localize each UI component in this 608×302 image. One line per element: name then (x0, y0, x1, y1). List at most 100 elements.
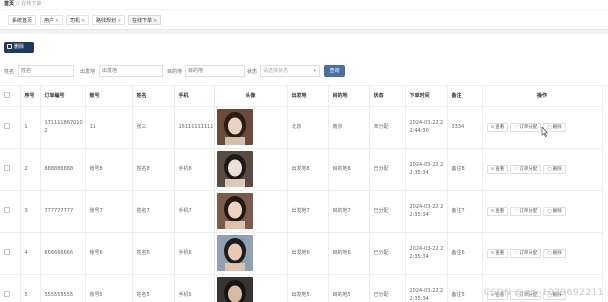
close-icon[interactable]: × (81, 18, 85, 24)
delete-button[interactable]: ▢删除 (543, 164, 566, 174)
cell-order-no: 666666666 (40, 232, 86, 275)
avatar[interactable] (216, 193, 253, 229)
close-icon[interactable]: × (153, 18, 157, 24)
close-icon[interactable]: × (117, 18, 121, 24)
row-checkbox[interactable] (0, 190, 21, 233)
cell-avatar (214, 148, 288, 191)
table-header: 序号 订单编号 账号 姓名 手机 头像 出发地 目的地 状态 下单时间 备注 操… (0, 86, 603, 107)
cell-avatar (214, 106, 288, 149)
cell-status: 已分配 (369, 190, 406, 233)
breadcrumb-home[interactable]: 首页 (4, 1, 14, 7)
assign-order-button[interactable]: ♡订单分配 (510, 164, 542, 174)
cell-phone: 手机6 (174, 232, 215, 275)
cell-status: 已分配 (369, 232, 406, 275)
cell-from: 出发地5 (287, 274, 329, 302)
tags-bar: 系统首页 用户× 司机× 路线规划× 在线下单× (0, 10, 608, 30)
table-row: 2 888888888 账号8 姓名8 手机8 出发地8 目的地8 已分配 2024-03-22… (0, 148, 603, 191)
tab-online-order[interactable]: 在线下单× (128, 15, 162, 25)
tab-route[interactable]: 路线规划× (92, 15, 126, 25)
cell-time: 2024-03-22 22:44:30 (405, 106, 448, 149)
watermark: CSDN @qq_1039692211 (483, 288, 604, 298)
row-checkbox[interactable] (0, 274, 21, 302)
row-checkbox[interactable] (0, 106, 21, 149)
table-row: 4 666666666 账号6 姓名6 手机6 出发地6 目的地6 已分配 2024-03-22… (0, 232, 603, 275)
col-account: 账号 (85, 86, 133, 107)
col-from: 出发地 (287, 86, 329, 107)
cell-actions: ⊙查看 ♡订单分配 ▢删除 (482, 190, 603, 233)
assign-order-button[interactable]: ♡订单分配 (510, 248, 542, 258)
cell-account: 账号8 (85, 148, 133, 191)
delete-button[interactable]: ▢删除 (543, 206, 566, 216)
cell-order-no: 888888888 (40, 148, 86, 191)
view-button[interactable]: ⊙查看 (486, 122, 509, 132)
col-note: 备注 (447, 86, 483, 107)
cell-to: 目的地8 (328, 148, 370, 191)
view-button[interactable]: ⊙查看 (486, 206, 509, 216)
view-button[interactable]: ⊙查看 (486, 248, 509, 258)
cell-account: 账号7 (85, 190, 133, 233)
batch-delete-button[interactable]: 删除 (4, 42, 34, 53)
cell-avatar (214, 190, 288, 233)
heart-icon: ♡ (514, 250, 519, 256)
delete-icon (7, 44, 12, 49)
cell-note: 备注5 (447, 274, 483, 302)
to-input[interactable] (185, 65, 245, 77)
cell-note: 3334 (447, 106, 483, 149)
cell-from: 出发地7 (287, 190, 329, 233)
delete-button[interactable]: ▢删除 (543, 248, 566, 258)
view-button[interactable]: ⊙查看 (486, 164, 509, 174)
cell-to: 南京 (328, 106, 370, 149)
avatar[interactable] (216, 109, 253, 145)
cell-actions: ⊙查看 ♡订单分配 ▢删除 (482, 232, 603, 275)
cell-name: 姓名6 (132, 232, 175, 275)
cell-avatar (214, 232, 288, 275)
cell-index: 4 (20, 232, 41, 275)
col-to: 目的地 (328, 86, 370, 107)
tab-driver[interactable]: 司机× (66, 15, 90, 25)
cell-account: 11 (85, 106, 133, 149)
avatar[interactable] (216, 235, 253, 271)
from-input[interactable] (99, 65, 163, 77)
row-checkbox[interactable] (0, 232, 21, 275)
col-phone: 手机 (174, 86, 215, 107)
cell-to: 目的地7 (328, 190, 370, 233)
cell-order-no: 555555555 (40, 274, 86, 302)
delete-icon: ▢ (547, 250, 552, 256)
avatar[interactable] (216, 151, 253, 187)
query-button[interactable]: 查询 (324, 65, 345, 77)
assign-order-button[interactable]: ♡订单分配 (510, 122, 542, 132)
cell-index: 3 (20, 190, 41, 233)
breadcrumb-current: 在线下单 (21, 1, 42, 7)
tab-home[interactable]: 系统首页 (8, 15, 37, 25)
assign-order-button[interactable]: ♡订单分配 (510, 206, 542, 216)
main-panel: 删除 姓名 出发地 目的地 状态 请选择状态▾ 查询 序号 订单编号 账号 姓名… (0, 34, 608, 302)
status-label: 状态 (247, 69, 258, 75)
view-icon: ⊙ (490, 166, 495, 172)
heart-icon: ♡ (514, 208, 519, 214)
avatar[interactable] (216, 277, 253, 302)
close-icon[interactable]: × (55, 18, 59, 24)
col-time: 下单时间 (405, 86, 448, 107)
status-select[interactable]: 请选择状态 ▾ (260, 65, 320, 77)
name-input[interactable] (18, 65, 74, 77)
tab-user[interactable]: 用户× (40, 15, 64, 25)
row-checkbox[interactable] (0, 148, 21, 191)
cell-note: 备注8 (447, 148, 483, 191)
cell-name: 张三 (132, 106, 175, 149)
cell-order-no: 777777777 (40, 190, 86, 233)
heart-icon: ♡ (514, 166, 519, 172)
cell-status: 已分配 (369, 148, 406, 191)
col-index: 序号 (20, 86, 41, 107)
cell-to: 目的地5 (328, 274, 370, 302)
cell-time: 2024-03-22 22:35:34 (405, 148, 448, 191)
cursor-icon (541, 127, 549, 137)
heart-icon: ♡ (514, 124, 519, 130)
col-order-no: 订单编号 (40, 86, 86, 107)
cell-status: 已分配 (369, 274, 406, 302)
select-all-checkbox[interactable] (0, 86, 21, 107)
cell-phone: 手机8 (174, 148, 215, 191)
cell-time: 2024-03-22 22:35:34 (405, 190, 448, 233)
breadcrumb: 首页//在线下单 (0, 0, 608, 9)
col-status: 状态 (369, 86, 406, 107)
cell-time: 2024-03-22 22:35:34 (405, 274, 448, 302)
